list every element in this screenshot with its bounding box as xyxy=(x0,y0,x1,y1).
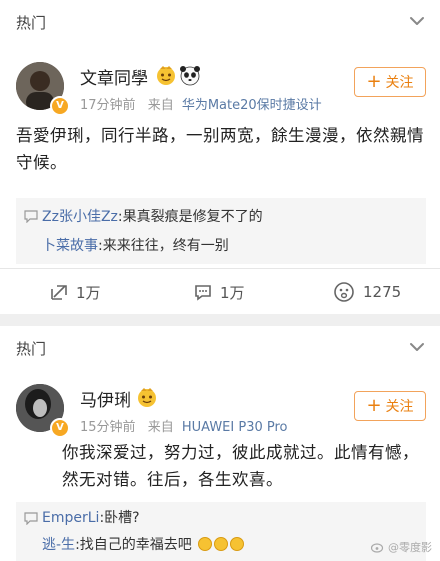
section-header: 热门 xyxy=(0,326,440,370)
section-title: 热门 xyxy=(16,14,47,32)
post-meta: 15分钟前 来自 HUAWEI P30 Pro xyxy=(80,416,288,435)
follow-button[interactable]: + 关注 xyxy=(354,67,426,97)
comment-user[interactable]: 卜菜故事 xyxy=(42,238,98,254)
post-time: 15分钟前 xyxy=(80,420,136,435)
panda-icon xyxy=(180,66,200,86)
chevron-down-icon[interactable] xyxy=(406,336,428,358)
comment-item: Zz张小佳Zz:果真裂痕是修复不了的 xyxy=(42,206,263,226)
like-count: 1275 xyxy=(363,283,402,301)
weibo-post-card-1: 热门 V 文章同學 17分钟前 来自 华为Mate20保时捷设计 + 关注 吾愛… xyxy=(0,0,440,314)
surprised-face-emoji-icon xyxy=(214,537,229,551)
plus-icon: + xyxy=(366,71,382,92)
comment-text: :来来往往，终有一别 xyxy=(98,238,229,254)
post-source[interactable]: HUAWEI P30 Pro xyxy=(182,420,288,435)
comment-bubble-icon xyxy=(24,210,38,223)
repost-count: 1万 xyxy=(76,283,101,302)
username[interactable]: 文章同學 xyxy=(80,64,148,89)
post-meta: 17分钟前 来自 华为Mate20保时捷设计 xyxy=(80,94,322,113)
comment-bubble-icon xyxy=(24,512,38,525)
comment-text: :找自己的幸福去吧 xyxy=(75,537,192,553)
source-prefix: 来自 xyxy=(147,420,174,435)
like-icon xyxy=(334,282,354,302)
chevron-down-icon[interactable] xyxy=(406,10,428,32)
comment-count: 1万 xyxy=(220,283,245,302)
comment-user[interactable]: Zz张小佳Zz xyxy=(42,209,118,225)
comment-user[interactable]: EmperLi xyxy=(42,510,99,526)
comment-text: :卧槽? xyxy=(99,510,140,526)
source-prefix: 来自 xyxy=(147,98,174,113)
follow-button[interactable]: + 关注 xyxy=(354,391,426,421)
comment-text: :果真裂痕是修复不了的 xyxy=(117,209,263,225)
comment-item: 卜菜故事:来来往往，终有一别 xyxy=(42,235,229,255)
follow-label: 关注 xyxy=(385,399,414,415)
comment-preview-box[interactable]: EmperLi:卧槽? 逃-生:找自己的幸福去吧 xyxy=(16,502,426,561)
comment-item: EmperLi:卧槽? xyxy=(42,507,140,527)
verified-badge-icon: V xyxy=(50,96,70,116)
crown-face-emoji-icon xyxy=(138,388,156,407)
post-time: 17分钟前 xyxy=(80,98,136,113)
username[interactable]: 马伊琍 xyxy=(80,386,131,411)
comment-user[interactable]: 逃-生 xyxy=(42,537,75,553)
weibo-logo-icon xyxy=(371,543,384,553)
comment-item: 逃-生:找自己的幸福去吧 xyxy=(42,534,245,554)
verified-badge-icon: V xyxy=(50,418,70,438)
surprised-face-emoji-icon xyxy=(230,537,245,551)
like-button[interactable]: 1275 xyxy=(333,269,401,315)
surprised-face-emoji-icon xyxy=(198,537,213,551)
post-text: 吾愛伊琍，同行半路，一别两宽，餘生漫漫，依然親情守候。 xyxy=(16,126,424,172)
crown-face-emoji-icon xyxy=(157,66,175,85)
watermark-text: @零度影 xyxy=(388,541,432,554)
watermark: @零度影 xyxy=(371,539,432,555)
repost-button[interactable]: 1万 xyxy=(50,269,101,315)
weibo-post-card-2: 热门 V 马伊琍 15分钟前 来自 HUAWEI P30 Pro + 关注 你我… xyxy=(0,326,440,561)
post-source[interactable]: 华为Mate20保时捷设计 xyxy=(182,98,322,113)
section-header: 热门 xyxy=(0,0,440,44)
repost-icon xyxy=(51,285,67,300)
action-bar: 1万 1万 1275 xyxy=(0,268,440,315)
post-text: 你我深爱过，努力过，彼此成就过。此情有憾，然无对错。往后，各生欢喜。 xyxy=(62,443,419,489)
plus-icon: + xyxy=(366,395,382,416)
comment-preview-box[interactable]: Zz张小佳Zz:果真裂痕是修复不了的 卜菜故事:来来往往，终有一别 xyxy=(16,198,426,264)
comment-icon xyxy=(195,285,211,301)
section-title: 热门 xyxy=(16,340,47,358)
comment-button[interactable]: 1万 xyxy=(194,269,245,315)
follow-label: 关注 xyxy=(385,75,414,91)
